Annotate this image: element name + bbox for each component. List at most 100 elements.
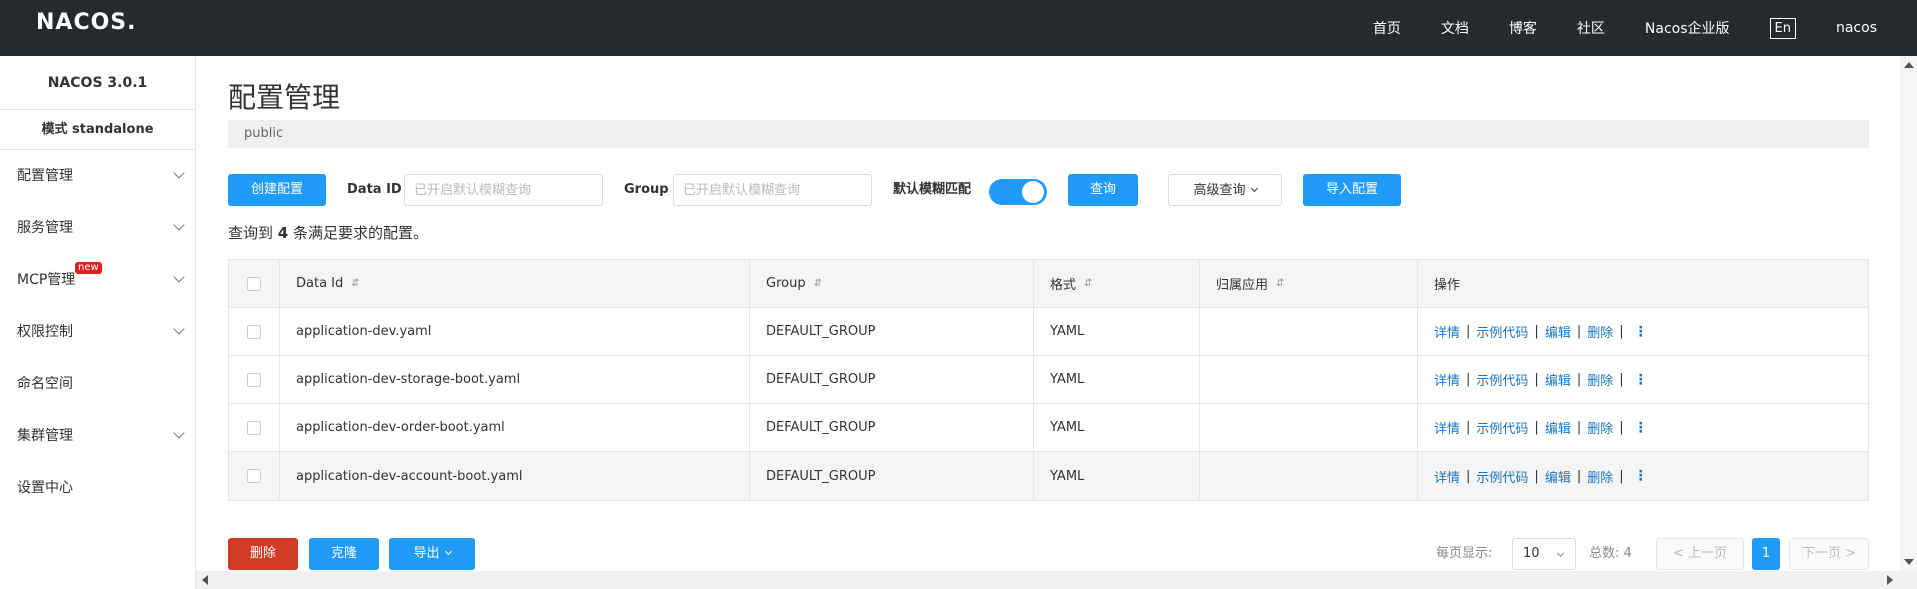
import-config-button[interactable]: 导入配置: [1303, 174, 1401, 206]
horizontal-scrollbar[interactable]: [196, 571, 1917, 589]
version-label: NACOS 3.0.1: [0, 56, 195, 110]
language-switch[interactable]: En: [1769, 17, 1796, 39]
cell-app: [1200, 308, 1418, 355]
sidebar-item-service[interactable]: 服务管理: [0, 202, 195, 254]
sidebar-item-label: MCP管理: [17, 272, 76, 288]
edit-link[interactable]: 编辑: [1545, 418, 1571, 437]
namespace-tab[interactable]: public: [228, 120, 1869, 148]
nacos-logo[interactable]: NACOS.: [36, 10, 137, 35]
vertical-scrollbar[interactable]: [1900, 56, 1917, 589]
sample-code-link[interactable]: 示例代码: [1476, 467, 1528, 486]
table-row: application-dev.yaml DEFAULT_GROUP YAML …: [229, 308, 1868, 356]
more-vertical-icon[interactable]: ⋮: [1634, 373, 1648, 387]
sample-code-link[interactable]: 示例代码: [1476, 418, 1528, 437]
sidebar-item-config[interactable]: 配置管理: [0, 150, 195, 202]
total-count: 总数: 4: [1589, 546, 1632, 561]
scroll-left-icon[interactable]: [202, 575, 208, 585]
sidebar-item-settings[interactable]: 设置中心: [0, 462, 195, 514]
dataid-label: Data ID: [347, 182, 402, 197]
col-app: 归属应用: [1216, 278, 1269, 293]
create-config-button[interactable]: 创建配置: [228, 174, 326, 206]
more-vertical-icon[interactable]: ⋮: [1634, 421, 1648, 435]
row-checkbox[interactable]: [247, 469, 261, 483]
sidebar-item-auth[interactable]: 权限控制: [0, 306, 195, 358]
delete-link[interactable]: 删除: [1587, 418, 1613, 437]
prev-page-button[interactable]: < 上一页: [1656, 538, 1744, 570]
delete-link[interactable]: 删除: [1587, 322, 1613, 341]
page-size-select[interactable]: 10: [1512, 538, 1576, 570]
cell-dataid: application-dev-order-boot.yaml: [280, 404, 750, 451]
next-page-button[interactable]: 下一页 >: [1789, 538, 1869, 570]
delete-link[interactable]: 删除: [1587, 370, 1613, 389]
page-size-label: 每页显示:: [1436, 546, 1493, 561]
result-count: 4: [277, 224, 289, 242]
result-summary: 查询到 4 条满足要求的配置。: [228, 224, 428, 242]
col-dataid: Data Id: [296, 276, 344, 291]
sample-code-link[interactable]: 示例代码: [1476, 322, 1528, 341]
search-button[interactable]: 查询: [1068, 174, 1138, 206]
fuzzy-match-toggle[interactable]: [989, 179, 1047, 205]
sample-code-link[interactable]: 示例代码: [1476, 370, 1528, 389]
group-input[interactable]: [673, 174, 872, 206]
export-label: 导出: [413, 546, 440, 561]
select-all-checkbox[interactable]: [247, 276, 261, 291]
col-ops: 操作: [1434, 278, 1461, 293]
edit-link[interactable]: 编辑: [1545, 322, 1571, 341]
user-menu[interactable]: nacos: [1836, 20, 1877, 36]
sidebar-item-label: 服务管理: [17, 220, 73, 236]
cell-app: [1200, 404, 1418, 451]
delete-link[interactable]: 删除: [1587, 467, 1613, 486]
sidebar-item-mcp[interactable]: MCP管理 new: [0, 254, 195, 306]
cell-ops: 详情 | 示例代码 | 编辑 | 删除 | ⋮: [1434, 467, 1648, 486]
sidebar-item-label: 权限控制: [17, 324, 73, 340]
nav-community[interactable]: 社区: [1577, 18, 1605, 38]
sidebar-item-label: 命名空间: [17, 376, 73, 392]
sidebar-item-namespace[interactable]: 命名空间: [0, 358, 195, 410]
nav-docs[interactable]: 文档: [1441, 18, 1469, 38]
scroll-up-icon[interactable]: [1904, 62, 1914, 68]
nav-blog[interactable]: 博客: [1509, 18, 1537, 38]
table-row: application-dev-account-boot.yaml DEFAUL…: [229, 452, 1868, 500]
table-row: application-dev-order-boot.yaml DEFAULT_…: [229, 404, 1868, 452]
row-checkbox[interactable]: [247, 420, 261, 435]
batch-delete-button[interactable]: 删除: [228, 538, 298, 570]
sort-icon[interactable]: ⇵: [1276, 278, 1284, 289]
advanced-search-button[interactable]: 高级查询: [1168, 174, 1282, 206]
row-checkbox[interactable]: [247, 324, 261, 339]
sort-icon[interactable]: ⇵: [1084, 278, 1092, 289]
sort-icon[interactable]: ⇵: [351, 278, 359, 289]
chevron-down-icon: [444, 547, 452, 556]
sidebar-item-cluster[interactable]: 集群管理: [0, 410, 195, 462]
cell-format: YAML: [1034, 356, 1200, 403]
chevron-down-icon: [175, 410, 183, 462]
scroll-right-icon[interactable]: [1887, 575, 1893, 585]
cell-app: [1200, 452, 1418, 500]
detail-link[interactable]: 详情: [1434, 370, 1460, 389]
detail-link[interactable]: 详情: [1434, 322, 1460, 341]
row-checkbox[interactable]: [247, 372, 261, 387]
nav-home[interactable]: 首页: [1373, 18, 1401, 38]
export-button[interactable]: 导出: [389, 538, 475, 570]
dataid-input[interactable]: [404, 174, 603, 206]
chevron-down-icon: [175, 202, 183, 254]
table-row: application-dev-storage-boot.yaml DEFAUL…: [229, 356, 1868, 404]
chevron-down-icon: [175, 306, 183, 358]
cell-group: DEFAULT_GROUP: [750, 452, 1034, 500]
cell-ops: 详情 | 示例代码 | 编辑 | 删除 | ⋮: [1434, 370, 1648, 389]
scroll-down-icon[interactable]: [1904, 559, 1914, 565]
bottom-actions: 删除 克隆 导出 每页显示: 10 总数: 4 < 上一页 1 下一页 >: [228, 538, 1869, 570]
page-1-button[interactable]: 1: [1752, 538, 1780, 570]
detail-link[interactable]: 详情: [1434, 418, 1460, 437]
cell-format: YAML: [1034, 404, 1200, 451]
edit-link[interactable]: 编辑: [1545, 467, 1571, 486]
more-vertical-icon[interactable]: ⋮: [1634, 325, 1648, 339]
edit-link[interactable]: 编辑: [1545, 370, 1571, 389]
more-vertical-icon[interactable]: ⋮: [1634, 469, 1648, 483]
chevron-down-icon: [1250, 184, 1258, 193]
nav-enterprise[interactable]: Nacos企业版: [1645, 18, 1730, 38]
sort-icon[interactable]: ⇵: [814, 278, 822, 289]
mode-label: 模式 standalone: [0, 110, 195, 150]
clone-button[interactable]: 克隆: [309, 538, 379, 570]
cell-format: YAML: [1034, 452, 1200, 500]
detail-link[interactable]: 详情: [1434, 467, 1460, 486]
